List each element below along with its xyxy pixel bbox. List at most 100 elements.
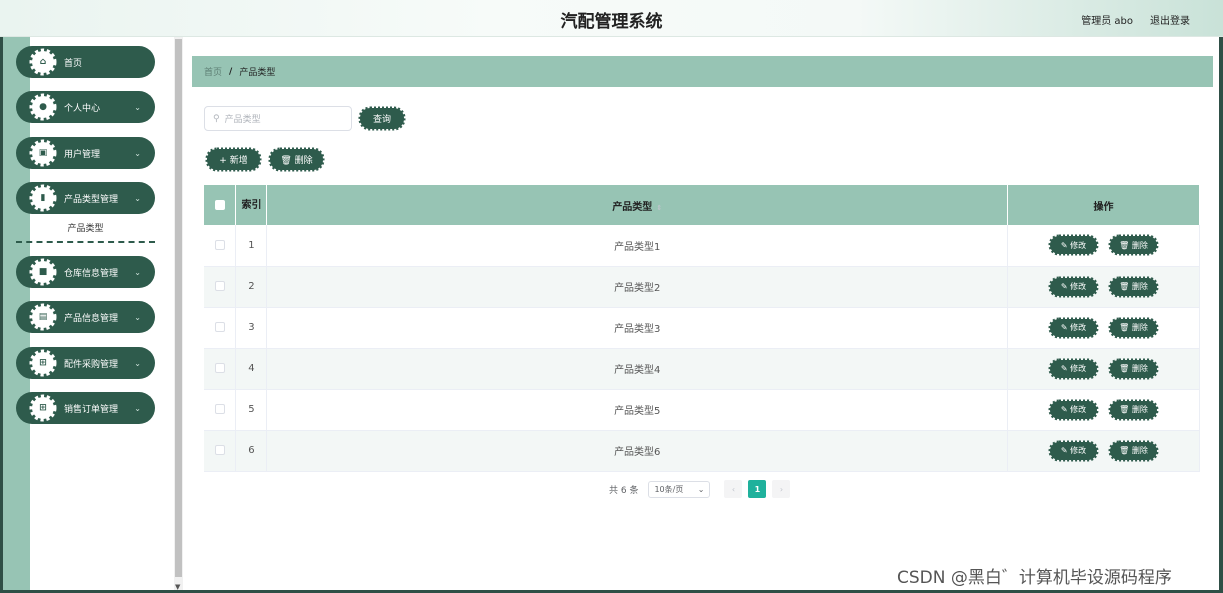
row-checkbox[interactable] [214, 239, 225, 250]
row-checkbox[interactable] [214, 363, 225, 373]
product-type-table: 索引 产品类型 ⇕ 操作 1 产品类型1 ✎ 修改 🗑 删除 2 产品类型2 ✎ 修改 🗑 删除… [204, 185, 1200, 472]
sidebar-item-6[interactable]: ▤ 产品信息管理 ⌄ [16, 301, 155, 333]
edit-button[interactable]: ✎ 修改 [1047, 317, 1100, 339]
row-select-cell[interactable] [204, 307, 237, 349]
sidebar-item-5[interactable]: ■ 仓库信息管理 ⌄ [16, 256, 155, 288]
row-ops: ✎ 修改 🗑 删除 [1007, 307, 1200, 349]
row-ops: ✎ 修改 🗑 删除 [1007, 225, 1200, 267]
sidebar-item-8[interactable]: ⊞ 销售订单管理 ⌄ [16, 392, 155, 424]
row-checkbox[interactable] [214, 404, 225, 414]
chevron-down-icon: ⌄ [134, 403, 141, 413]
breadcrumb: 首页 / 产品类型 [192, 56, 1213, 87]
admin-user-label: 管理员 abo [1081, 16, 1133, 27]
sidebar-scrollbar[interactable]: ▼ [174, 37, 183, 593]
col-index-header: 索引 [235, 185, 268, 225]
row-ops: ✎ 修改 🗑 删除 [1007, 430, 1200, 472]
delete-button[interactable]: 🗑 删除 [1107, 276, 1160, 298]
pagination: 共 6 条 10条/页 ⌄ ‹ 1 › [609, 480, 791, 498]
select-all-cell[interactable] [204, 185, 237, 225]
sidebar-item-4[interactable]: ▮ 产品类型管理 ⌄ [16, 182, 155, 214]
breadcrumb-current: 产品类型 [239, 68, 276, 78]
chevron-down-icon: ⌄ [134, 358, 141, 368]
sidebar-scroll-thumb[interactable] [175, 39, 182, 577]
edit-button[interactable]: ✎ 修改 [1047, 440, 1100, 462]
main-content: 首页 / 产品类型 ⚲ 产品类型 查询 + 新增 🗑 删除 索引 产品类型 ⇕ 操… [184, 37, 1219, 593]
row-product-type: 产品类型2 [266, 266, 1009, 308]
row-select-cell[interactable] [204, 348, 237, 390]
breadcrumb-home[interactable]: 首页 [204, 65, 222, 78]
sidebar-item-2[interactable]: ● 个人中心 ⌄ [16, 91, 155, 123]
row-select-cell[interactable] [204, 430, 237, 472]
submenu-item-product-type[interactable]: 产品类型 [16, 221, 155, 243]
row-select-cell[interactable] [204, 225, 237, 267]
row-ops: ✎ 修改 🗑 删除 [1007, 348, 1200, 390]
app-title: 汽配管理系统 [560, 12, 663, 32]
grid-icon: ⊞ [28, 393, 58, 423]
chevron-down-icon: ⌄ [134, 102, 141, 112]
prev-page-button[interactable]: ‹ [724, 480, 743, 498]
product-type-search-input[interactable]: ⚲ 产品类型 [204, 106, 352, 131]
person-icon: ● [28, 92, 58, 122]
sidebar-item-1[interactable]: ⌂ 首页 [16, 46, 155, 78]
row-index: 1 [235, 225, 268, 267]
row-select-cell[interactable] [204, 389, 237, 431]
sidebar-item-label: 首页 [64, 58, 83, 69]
row-index: 4 [235, 348, 268, 390]
row-index: 2 [235, 266, 268, 308]
delete-button[interactable]: 🗑 删除 [1107, 440, 1160, 462]
row-product-type: 产品类型3 [266, 307, 1009, 349]
delete-button[interactable]: 🗑 删除 [1107, 358, 1160, 380]
row-product-type: 产品类型4 [266, 348, 1009, 390]
select-all-checkbox[interactable] [214, 199, 225, 210]
edit-button[interactable]: ✎ 修改 [1047, 276, 1100, 298]
sidebar-item-label: 仓库信息管理 [64, 268, 119, 279]
batch-delete-button[interactable]: 🗑 删除 [267, 147, 326, 172]
add-button[interactable]: + 新增 [204, 147, 263, 172]
search-placeholder: 产品类型 [224, 115, 261, 125]
sidebar-item-label: 配件采购管理 [64, 359, 119, 370]
row-checkbox[interactable] [214, 281, 225, 291]
row-ops: ✎ 修改 🗑 删除 [1007, 266, 1200, 308]
chevron-down-icon: ⌄ [134, 193, 141, 203]
chevron-down-icon: ⌄ [134, 312, 141, 322]
table-row[interactable]: 2 产品类型2 ✎ 修改 🗑 删除 [204, 266, 1200, 308]
table-row[interactable]: 3 产品类型3 ✎ 修改 🗑 删除 [204, 307, 1200, 349]
page-size-select[interactable]: 10条/页 ⌄ [648, 480, 711, 498]
delete-button[interactable]: 🗑 删除 [1107, 317, 1160, 339]
table-row[interactable]: 5 产品类型5 ✎ 修改 🗑 删除 [204, 389, 1200, 431]
chevron-down-icon: ⌄ [697, 484, 705, 494]
breadcrumb-separator: / [229, 66, 233, 77]
edit-button[interactable]: ✎ 修改 [1047, 234, 1100, 256]
col-type-header[interactable]: 产品类型 ⇕ [266, 185, 1009, 225]
grid-icon: ⊞ [28, 348, 58, 378]
page-number-1[interactable]: 1 [748, 480, 767, 498]
search-icon: ⚲ [213, 113, 220, 124]
sidebar-item-label: 产品类型管理 [64, 194, 119, 205]
warehouse-icon: ■ [28, 257, 58, 287]
right-border [1219, 37, 1223, 593]
row-checkbox[interactable] [214, 322, 225, 332]
table-row[interactable]: 4 产品类型4 ✎ 修改 🗑 删除 [204, 348, 1200, 390]
sort-icon[interactable]: ⇕ [656, 204, 662, 212]
row-product-type: 产品类型5 [266, 389, 1009, 431]
logout-link[interactable]: 退出登录 [1150, 12, 1190, 27]
sidebar-item-7[interactable]: ⊞ 配件采购管理 ⌄ [16, 347, 155, 379]
delete-button[interactable]: 🗑 删除 [1107, 399, 1160, 421]
delete-button[interactable]: 🗑 删除 [1107, 234, 1160, 256]
home-icon: ⌂ [28, 47, 58, 77]
query-button[interactable]: 查询 [357, 106, 407, 131]
sidebar-item-label: 产品信息管理 [64, 313, 119, 324]
table-row[interactable]: 6 产品类型6 ✎ 修改 🗑 删除 [204, 430, 1200, 472]
edit-button[interactable]: ✎ 修改 [1047, 358, 1100, 380]
row-product-type: 产品类型1 [266, 225, 1009, 267]
table-row[interactable]: 1 产品类型1 ✎ 修改 🗑 删除 [204, 225, 1200, 267]
edit-button[interactable]: ✎ 修改 [1047, 399, 1100, 421]
pagination-total: 共 6 条 [609, 485, 639, 496]
next-page-button[interactable]: › [772, 480, 791, 498]
table-header-row: 索引 产品类型 ⇕ 操作 [204, 185, 1200, 225]
chevron-down-icon: ⌄ [134, 148, 141, 158]
top-header: 汽配管理系统 管理员 abo 退出登录 [0, 0, 1223, 37]
row-select-cell[interactable] [204, 266, 237, 308]
row-checkbox[interactable] [214, 445, 225, 455]
sidebar-item-3[interactable]: ▣ 用户管理 ⌄ [16, 137, 155, 169]
